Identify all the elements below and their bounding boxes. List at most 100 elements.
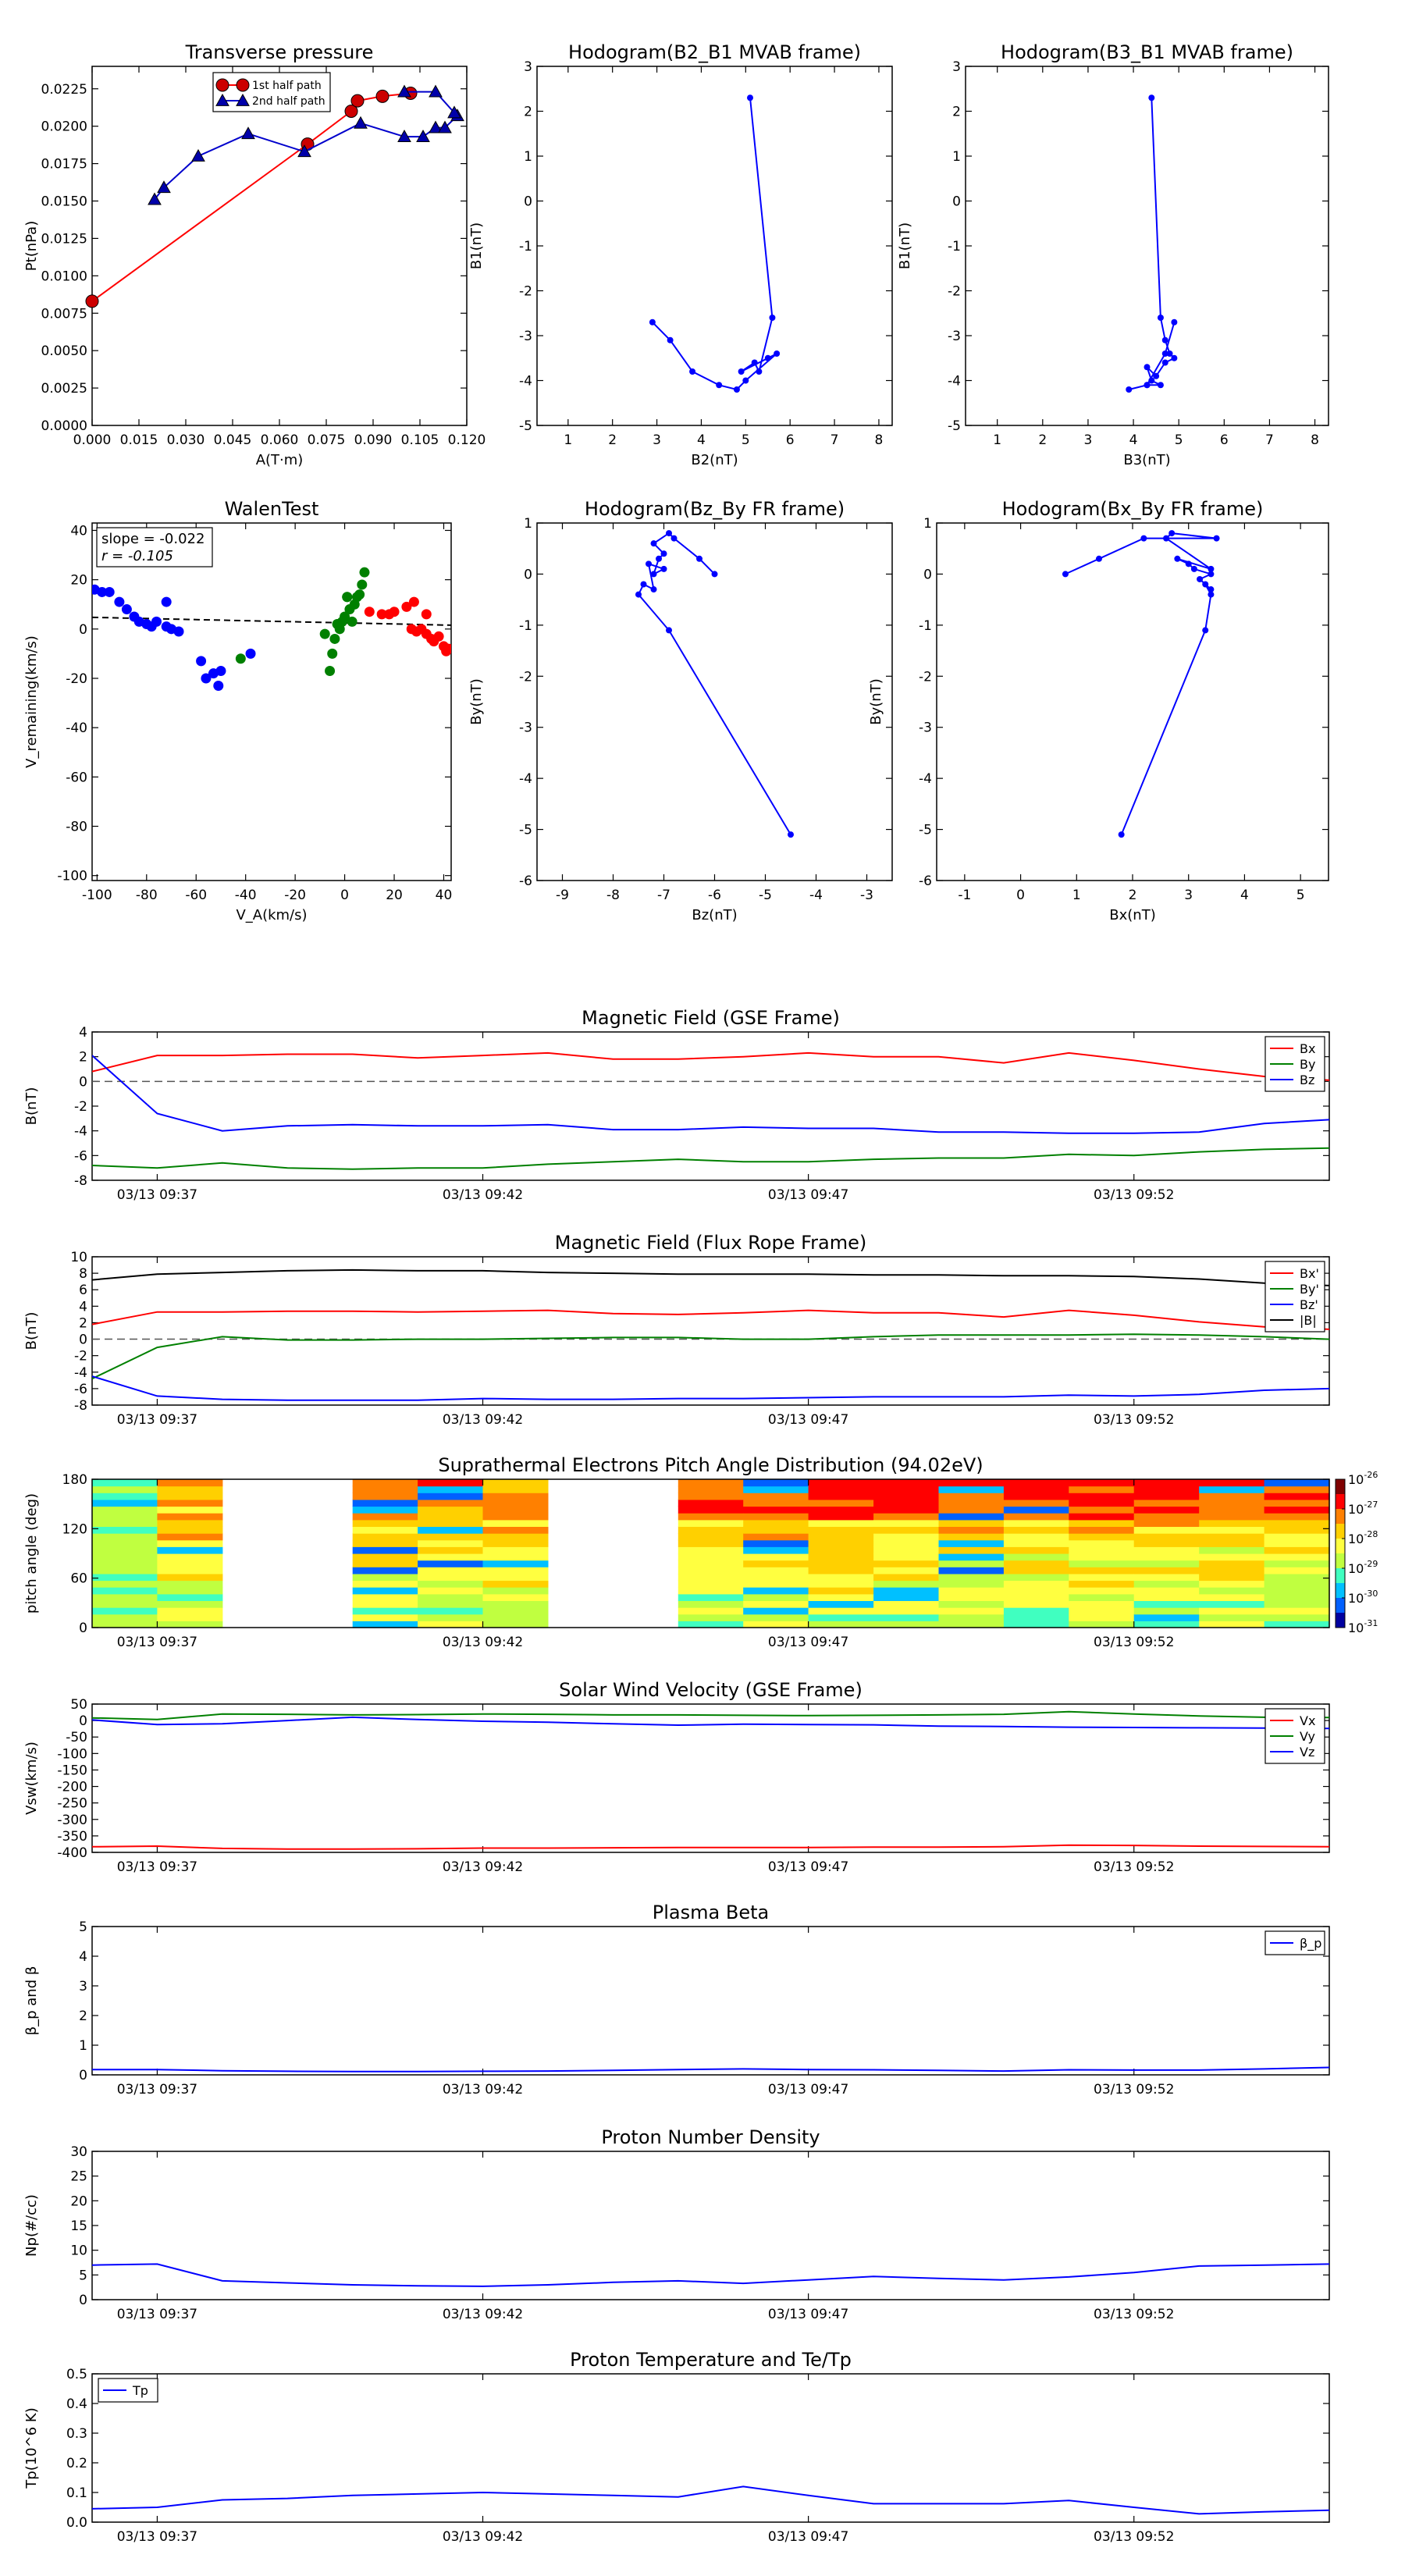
heatmap-cell (157, 1560, 223, 1567)
data-point (1185, 560, 1192, 568)
series-line (92, 1147, 1329, 1170)
plot-frame (91, 1703, 1330, 1853)
y-tick-label: 1 (524, 516, 532, 532)
series-line (92, 1710, 1329, 1720)
heatmap-cell (1264, 1485, 1330, 1493)
heatmap-cell (743, 1546, 809, 1554)
x-tick-label: 0.105 (401, 432, 439, 448)
y-tick-label: 0 (79, 2068, 87, 2083)
legend-label: Vx (1300, 1713, 1315, 1728)
heatmap-cell (1069, 1600, 1135, 1608)
y-tick-label: -50 (66, 1730, 87, 1745)
x-tick-label: 6 (1220, 432, 1229, 448)
y-tick-label: -4 (74, 1365, 87, 1381)
y-tick-label: -2 (519, 284, 532, 300)
heatmap-cell (418, 1506, 484, 1514)
heatmap-cell (743, 1560, 809, 1567)
heatmap-cell (678, 1593, 744, 1601)
scatter-point (359, 567, 370, 578)
heatmap-cell (938, 1587, 1005, 1595)
data-point (640, 581, 647, 588)
heatmap-cell (678, 1567, 744, 1574)
heatmap-cell (678, 1580, 744, 1588)
heatmap-cell (1264, 1621, 1330, 1628)
heatmap-cell (743, 1499, 809, 1507)
heatmap-cell (678, 1573, 744, 1582)
data-point (1148, 94, 1155, 101)
heatmap-cell (352, 1533, 418, 1541)
heatmap-cell (1133, 1493, 1200, 1500)
y-tick-label: -1 (519, 618, 532, 634)
heatmap-cell (92, 1485, 158, 1493)
heatmap-cell (1264, 1587, 1330, 1595)
data-point (1161, 350, 1168, 357)
heatmap-cell (352, 1614, 418, 1621)
y-tick-label: 4 (79, 1299, 87, 1315)
heatmap-cell (1003, 1526, 1069, 1534)
y-tick-label: -4 (74, 1124, 87, 1140)
heatmap-cell (938, 1621, 1005, 1628)
heatmap-cell (873, 1499, 940, 1507)
y-tick-label: 5 (79, 1920, 87, 1935)
x-tick-label: 03/13 09:52 (1094, 2082, 1174, 2097)
heatmap-cell (92, 1519, 158, 1527)
scatter-point (235, 653, 246, 664)
y-tick-label: 0.0000 (41, 418, 87, 434)
data-point (1144, 382, 1151, 389)
heatmap-cell (157, 1621, 223, 1628)
x-tick-label: 2 (1129, 888, 1137, 903)
heatmap-cell (418, 1607, 484, 1615)
heatmap-cell (92, 1553, 158, 1561)
heatmap-cell (1199, 1499, 1265, 1507)
heatmap-cell (743, 1593, 809, 1601)
data-point (769, 315, 776, 321)
data-point (660, 550, 667, 557)
y-tick-label: 2 (524, 105, 532, 120)
y-axis-label: β_p and β (23, 1966, 40, 2036)
heatmap-cell (1133, 1526, 1200, 1534)
y-tick-label: -3 (519, 329, 532, 344)
heatmap-cell (743, 1614, 809, 1621)
heatmap-cell (157, 1479, 223, 1487)
heatmap-cell (938, 1485, 1005, 1493)
y-tick-label: -3 (519, 720, 532, 736)
y-tick-label: 0.0075 (41, 306, 87, 322)
heatmap-cell (352, 1600, 418, 1608)
legend-label: 1st half path (252, 80, 322, 92)
data-point (1168, 530, 1176, 537)
y-tick-label: 6 (79, 1283, 87, 1298)
heatmap-cell (808, 1567, 874, 1574)
heatmap-cell (157, 1567, 223, 1574)
heatmap-cell (352, 1567, 418, 1574)
y-tick-label: -6 (919, 873, 932, 889)
heatmap-cell (92, 1600, 158, 1608)
chart-title: Hodogram(Bx_By FR frame) (1002, 498, 1264, 520)
heatmap-cell (678, 1614, 744, 1621)
heatmap-cell (873, 1493, 940, 1500)
y-tick-label: -1 (919, 618, 932, 634)
heatmap-cell (1133, 1567, 1200, 1574)
heatmap-cell (1069, 1580, 1135, 1588)
y-tick-label: 25 (70, 2169, 87, 2185)
heatmap-cell (352, 1587, 418, 1595)
data-point (666, 627, 672, 634)
heatmap-cell (808, 1573, 874, 1582)
heatmap-cell (743, 1479, 809, 1487)
heatmap-cell (938, 1493, 1005, 1500)
data-point (354, 116, 368, 129)
heatmap-cell (1264, 1600, 1330, 1608)
series-line (652, 98, 777, 391)
heatmap-cell (678, 1560, 744, 1567)
heatmap-cell (157, 1614, 223, 1621)
heatmap-cell (873, 1533, 940, 1541)
heatmap-cell (938, 1499, 1005, 1507)
heatmap-cell (92, 1499, 158, 1507)
heatmap-cell (1069, 1593, 1135, 1601)
data-point (716, 382, 723, 389)
heatmap-cell (678, 1479, 744, 1487)
x-tick-label: 20 (386, 888, 403, 903)
heatmap-cell (418, 1485, 484, 1493)
y-tick-label: 0 (952, 194, 961, 210)
colorbar-segment (1336, 1509, 1345, 1525)
data-point (696, 555, 702, 562)
